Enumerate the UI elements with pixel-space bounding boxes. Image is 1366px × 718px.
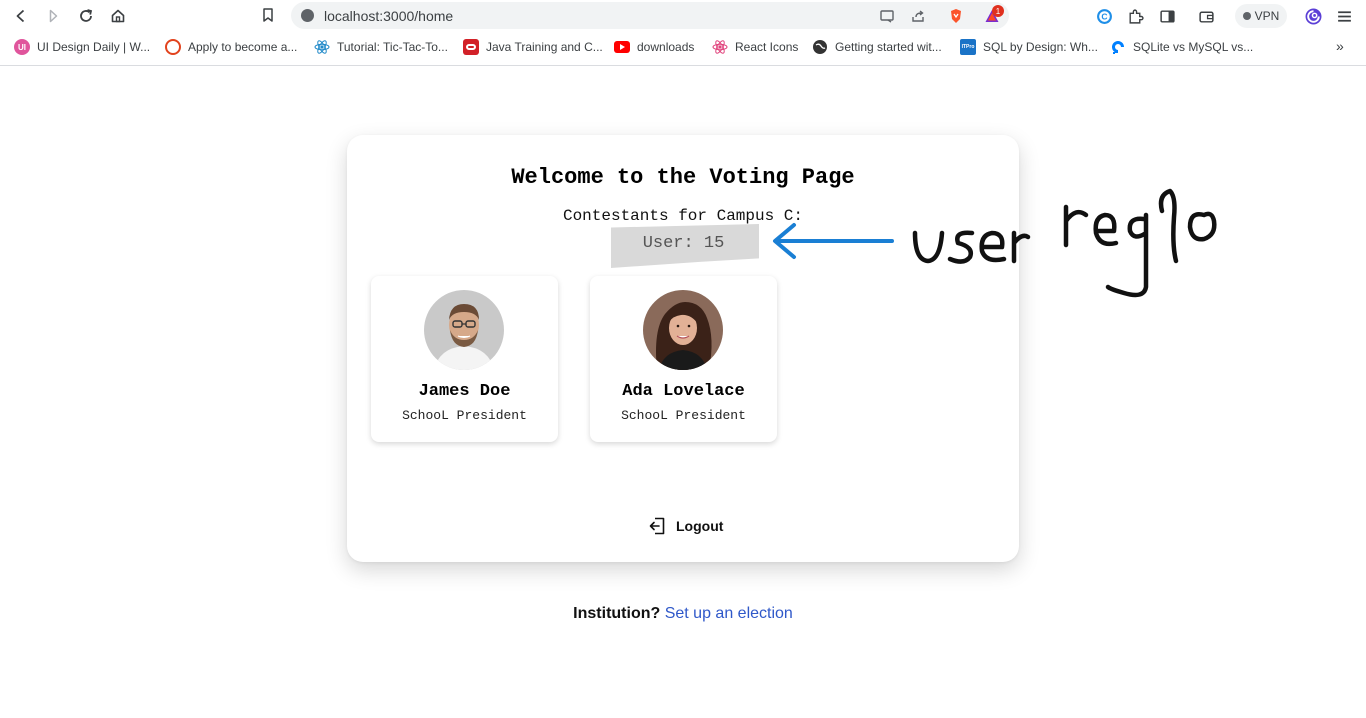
contestant-name: Ada Lovelace (622, 382, 745, 401)
globe-icon (813, 40, 827, 54)
bookmark-label: Tutorial: Tic-Tac-To... (337, 40, 448, 54)
bookmark-label: Getting started wit... (835, 40, 942, 54)
home-button[interactable] (107, 5, 129, 27)
logout-icon (649, 517, 665, 535)
bookmark-label: Java Training and C... (486, 40, 603, 54)
bookmark-react-icons[interactable]: React Icons (712, 38, 798, 56)
reload-button[interactable] (75, 5, 97, 27)
home-icon (111, 9, 125, 23)
digitalocean-icon (1112, 41, 1124, 54)
bookmark-tic-tac-toe[interactable]: Tutorial: Tic-Tac-To... (314, 38, 448, 56)
footer-lead: Institution? (573, 605, 661, 622)
man-portrait-icon (424, 290, 504, 370)
bookmark-label: SQL by Design: Wh... (983, 40, 1098, 54)
setup-election-link[interactable]: Set up an election (665, 605, 793, 622)
avatar (643, 290, 723, 370)
back-arrow-icon (16, 9, 25, 23)
bookmark-label: SQLite vs MySQL vs... (1133, 40, 1254, 54)
contestant-name: James Doe (418, 382, 511, 401)
share-icon[interactable] (909, 7, 927, 25)
react-icon (314, 40, 330, 54)
user-id-label: User: 15 (642, 234, 725, 253)
sidebar-toggle-icon[interactable] (1156, 5, 1178, 27)
contestant-role: SchooL President (621, 408, 746, 423)
svg-text:C: C (1101, 11, 1107, 21)
browser-toolbar: localhost:3000/home 1 C VPN (0, 0, 1366, 32)
bookmark-sql-by-design[interactable]: ITPro SQL by Design: Wh... (960, 38, 1098, 56)
extension-c-icon[interactable]: C (1093, 5, 1115, 27)
bookmark-ui-design-daily[interactable]: UI UI Design Daily | W... (14, 38, 150, 56)
footer: Institution? Set up an election (0, 605, 1366, 623)
vpn-button[interactable]: VPN (1235, 4, 1287, 28)
contestant-role: SchooL President (402, 408, 527, 423)
bookmark-label: UI Design Daily | W... (37, 40, 151, 54)
vpn-status-icon (1242, 12, 1251, 20)
logout-label: Logout (676, 518, 724, 534)
youtube-icon (614, 41, 630, 53)
reload-icon (80, 9, 93, 22)
wallet-icon[interactable] (1195, 5, 1217, 27)
bookmark-apply[interactable]: Apply to become a... (165, 38, 297, 56)
logout-button[interactable]: Logout (648, 515, 723, 537)
smiley-icon (165, 39, 181, 55)
bookmark-java-training[interactable]: Java Training and C... (463, 38, 603, 56)
vpn-label: VPN (1254, 9, 1280, 23)
woman-portrait-icon (643, 290, 723, 370)
forward-arrow-icon (49, 9, 58, 23)
url-text[interactable]: localhost:3000/home (324, 8, 453, 24)
toolbar-divider (0, 65, 1366, 66)
bookmark-getting-started[interactable]: Getting started wit... (812, 38, 942, 56)
notification-badge: 1 (992, 5, 1004, 17)
bookmark-label: React Icons (735, 40, 799, 54)
annotation-user-regno-handwriting (912, 188, 1217, 298)
menu-icon[interactable] (1333, 5, 1355, 27)
oracle-icon (463, 39, 479, 55)
itpro-icon: ITPro (960, 39, 976, 55)
bookmark-label: downloads (637, 40, 695, 54)
ui-design-daily-icon: UI (14, 39, 30, 55)
handwritten-annotation (773, 188, 1217, 298)
back-button[interactable] (10, 5, 32, 27)
address-bar[interactable]: localhost:3000/home 1 (291, 2, 1009, 29)
bookmark-page-button[interactable] (258, 5, 278, 25)
cast-icon[interactable] (878, 7, 896, 25)
contestant-card[interactable]: James Doe SchooL President (371, 276, 558, 442)
brave-profile-icon[interactable] (1302, 5, 1324, 27)
extensions-puzzle-icon[interactable] (1124, 5, 1146, 27)
bookmark-icon (263, 8, 273, 22)
contestant-card[interactable]: Ada Lovelace SchooL President (590, 276, 777, 442)
avatar (424, 290, 504, 370)
brave-shields-icon[interactable] (947, 7, 965, 25)
forward-button[interactable] (42, 5, 64, 27)
react-icons-icon (712, 40, 728, 54)
bookmark-label: Apply to become a... (188, 40, 298, 54)
annotation-arrow-icon (773, 223, 894, 259)
bookmarks-bar: UI UI Design Daily | W... Apply to becom… (0, 34, 1366, 60)
brave-rewards-icon[interactable]: 1 (983, 5, 1004, 25)
more-bookmarks-button[interactable]: » (1336, 38, 1344, 54)
site-info-icon[interactable] (301, 9, 314, 22)
bookmark-sqlite-vs-mysql[interactable]: SQLite vs MySQL vs... (1110, 38, 1253, 56)
bookmark-downloads[interactable]: downloads (614, 38, 694, 56)
